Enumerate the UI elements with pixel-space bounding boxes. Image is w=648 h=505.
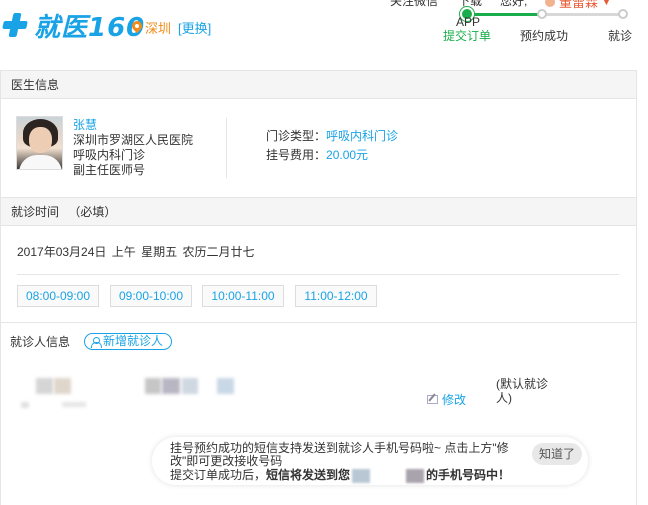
city-name: 深圳 (145, 21, 172, 36)
logo-text: 就医160 (34, 12, 146, 43)
location-pin-icon (132, 21, 142, 34)
doctor-department: 呼吸内科门诊 (73, 148, 146, 162)
sms-tip-popup: 挂号预约成功的短信支持发送到就诊人手机号码啦~ 点击上方"修改"即可更改接收号码… (152, 437, 588, 485)
visit-date: 2017年03月24日 上午 星期五 农历二月廿七 (17, 243, 254, 260)
date-text: 2017年03月24日 (17, 245, 107, 259)
redacted-block (182, 378, 198, 394)
weekday-text: 星期五 (141, 245, 178, 259)
fee-value: 20.00元 (326, 148, 369, 162)
redacted-phone (406, 469, 425, 483)
step-success-label: 预约成功 (520, 29, 569, 43)
doctor-info-title: 医生信息 (1, 71, 636, 99)
logo[interactable]: 就医160 (2, 8, 146, 43)
add-patient-button[interactable]: 新增就诊人 (84, 333, 173, 350)
step-submit-label: 提交订单 (443, 29, 492, 43)
doctor-name[interactable]: 张慧 (73, 118, 193, 133)
tip-line2-bold: 短信将发送到您 (266, 468, 351, 483)
tip-line2-suffix: 的手机号码中！ (426, 468, 511, 483)
medical-cross-icon (2, 12, 28, 38)
tip-line2-prefix: 提交订单成功后， (170, 468, 267, 483)
order-progress: APP 提交订单 预约成功 就诊 (430, 0, 648, 62)
step-visit-label: 就诊 (608, 29, 633, 43)
time-slot-1000[interactable]: 10:00-11:00 (202, 285, 284, 307)
clinic-type-label: 门诊类型： (266, 129, 327, 143)
progress-line-todo (540, 13, 622, 16)
tip-line2: 提交订单成功后，短信将发送到您 的手机号码中！ (170, 469, 510, 483)
add-patient-label: 新增就诊人 (103, 334, 164, 348)
redacted-block (217, 378, 234, 394)
patient-info-title: 就诊人信息 (10, 335, 71, 349)
required-mark: （必填） (68, 205, 117, 219)
visit-time-header: 就诊时间 （必填） (1, 198, 636, 226)
edit-label: 修改 (442, 393, 467, 407)
period-text: 上午 (111, 245, 136, 259)
city-selector: 深圳 [更换] (132, 18, 211, 37)
redacted-block (62, 402, 86, 407)
doctor-title: 副主任医师号 (73, 163, 146, 177)
edit-icon (427, 395, 438, 404)
divider (17, 274, 619, 275)
fee-label: 挂号费用： (266, 148, 327, 162)
default-patient-tag: (默认就诊人) (496, 377, 548, 405)
step-dot-success (537, 9, 547, 19)
city-change-link[interactable]: [更换] (178, 18, 211, 37)
step-dot-visit (618, 9, 628, 19)
redacted-block (21, 402, 29, 408)
edit-patient-link[interactable]: 修改 (427, 391, 466, 408)
redacted-block (54, 378, 71, 394)
time-slot-0800[interactable]: 08:00-09:00 (17, 285, 99, 307)
redacted-block (36, 378, 53, 394)
got-it-button[interactable]: 知道了 (532, 443, 582, 465)
doctor-avatar (16, 116, 63, 170)
redacted-block (145, 378, 161, 394)
visit-time-title: 就诊时间 (11, 205, 60, 219)
clinic-type-value: 呼吸内科门诊 (326, 129, 399, 143)
lunar-date-text: 农历二月廿七 (182, 245, 255, 259)
person-icon (91, 336, 102, 348)
time-slot-1100[interactable]: 11:00-12:00 (295, 285, 377, 307)
tip-line1: 挂号预约成功的短信支持发送到就诊人手机号码啦~ 点击上方"修改"即可更改接收号码 (170, 441, 509, 468)
time-slot-0900[interactable]: 09:00-10:00 (110, 285, 192, 307)
clinic-fee-info: 门诊类型：呼吸内科门诊 挂号费用：20.00元 (266, 127, 398, 165)
redacted-phone (352, 469, 371, 483)
divider (226, 118, 227, 178)
redacted-block (162, 378, 180, 394)
doctor-hospital: 深圳市罗湖区人民医院 (73, 133, 194, 147)
doctor-details: 张慧 深圳市罗湖区人民医院 呼吸内科门诊 副主任医师号 (73, 118, 193, 178)
